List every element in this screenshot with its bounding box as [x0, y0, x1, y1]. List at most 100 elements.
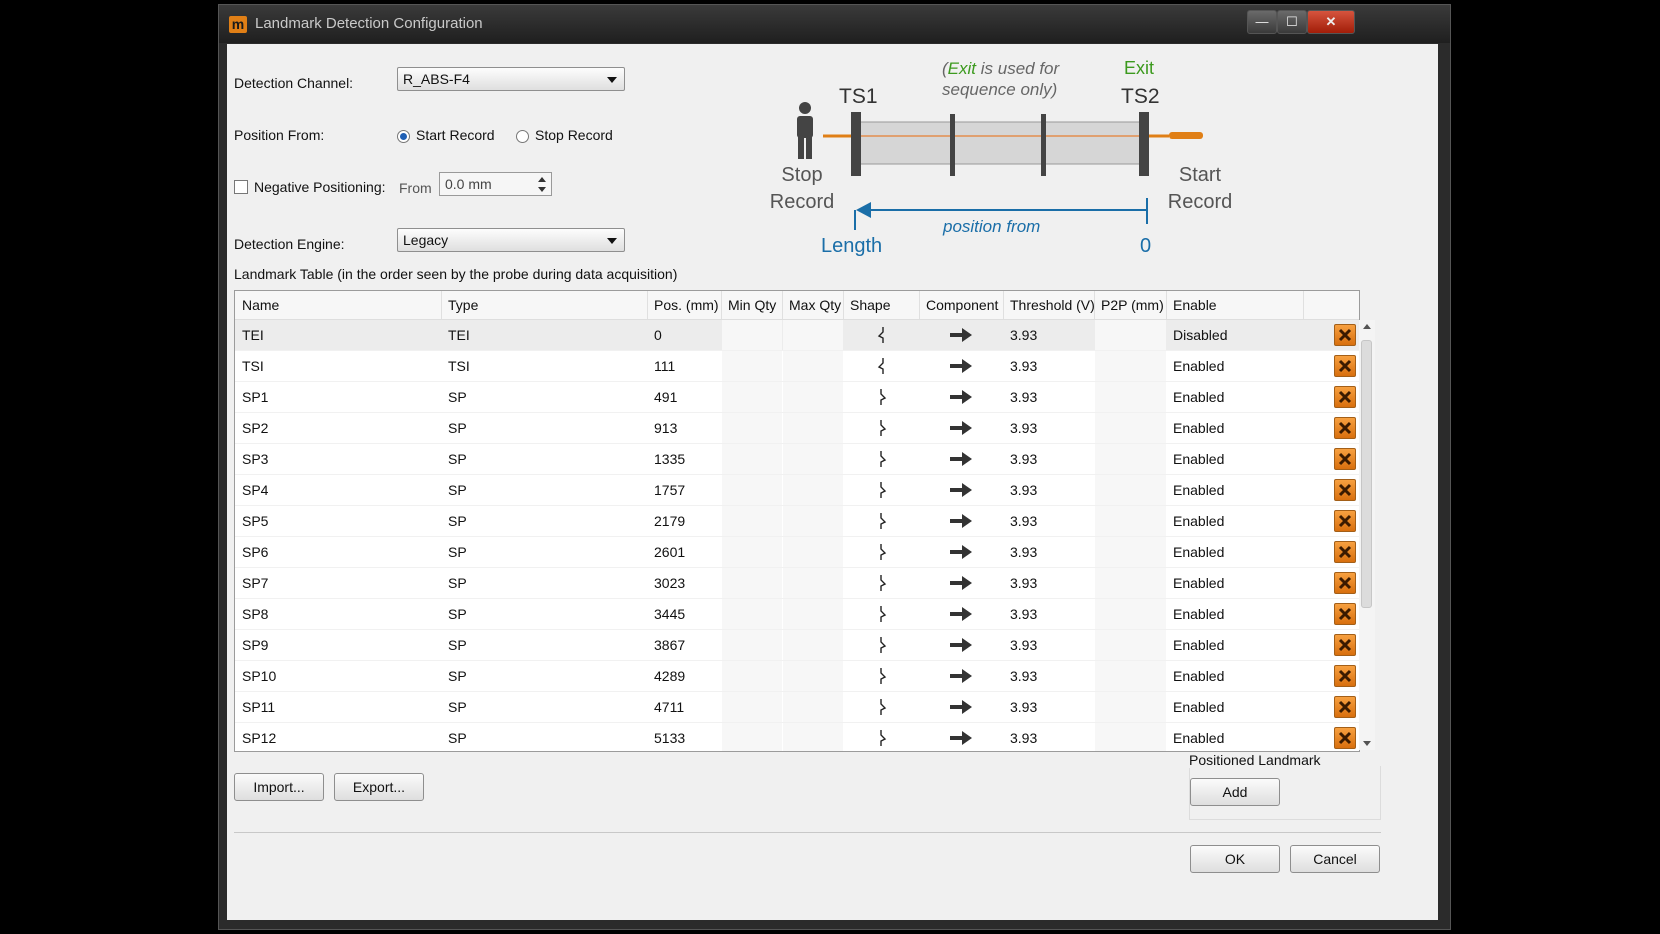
- cell-enable[interactable]: Enabled: [1173, 699, 1224, 715]
- col-p2p-header[interactable]: P2P (mm): [1101, 297, 1164, 313]
- right-arrow-icon[interactable]: [950, 328, 972, 342]
- delete-row-button[interactable]: [1334, 603, 1356, 625]
- cell-name[interactable]: TEI: [242, 327, 264, 343]
- cell-type[interactable]: SP: [448, 389, 467, 405]
- from-spinbox[interactable]: 0.0 mm: [439, 172, 552, 196]
- cell-pos[interactable]: 913: [654, 420, 677, 436]
- cell-threshold[interactable]: 3.93: [1010, 358, 1037, 374]
- cell-pos[interactable]: 3023: [654, 575, 685, 591]
- cell-type[interactable]: TEI: [448, 327, 470, 343]
- table-row[interactable]: SP3 SP 1335 3.93 Enabled: [235, 444, 1359, 475]
- title-bar[interactable]: m Landmark Detection Configuration — ☐ ✕: [219, 5, 1450, 43]
- right-arrow-icon[interactable]: [950, 452, 972, 466]
- cell-pos[interactable]: 3445: [654, 606, 685, 622]
- cell-name[interactable]: SP12: [242, 730, 276, 746]
- table-row[interactable]: SP11 SP 4711 3.93 Enabled: [235, 692, 1359, 723]
- delete-row-button[interactable]: [1334, 727, 1356, 749]
- maximize-button[interactable]: ☐: [1277, 10, 1307, 34]
- cell-name[interactable]: SP9: [242, 637, 268, 653]
- cell-pos[interactable]: 3867: [654, 637, 685, 653]
- rising-edge-icon[interactable]: [877, 389, 887, 405]
- table-row[interactable]: SP1 SP 491 3.93 Enabled: [235, 382, 1359, 413]
- cell-enable[interactable]: Enabled: [1173, 668, 1224, 684]
- table-row[interactable]: SP9 SP 3867 3.93 Enabled: [235, 630, 1359, 661]
- table-scrollbar[interactable]: [1359, 320, 1375, 750]
- start-record-radio[interactable]: [397, 130, 410, 143]
- cell-threshold[interactable]: 3.93: [1010, 606, 1037, 622]
- cell-name[interactable]: SP11: [242, 699, 275, 715]
- table-row[interactable]: SP10 SP 4289 3.93 Enabled: [235, 661, 1359, 692]
- right-arrow-icon[interactable]: [950, 483, 972, 497]
- cell-name[interactable]: TSI: [242, 358, 264, 374]
- cancel-button[interactable]: Cancel: [1290, 845, 1380, 873]
- col-minqty-header[interactable]: Min Qty: [728, 297, 776, 313]
- col-enable-header[interactable]: Enable: [1173, 297, 1217, 313]
- cell-enable[interactable]: Enabled: [1173, 358, 1224, 374]
- cell-name[interactable]: SP6: [242, 544, 268, 560]
- right-arrow-icon[interactable]: [950, 638, 972, 652]
- rising-edge-icon[interactable]: [877, 451, 887, 467]
- negative-positioning-label[interactable]: Negative Positioning:: [254, 179, 386, 195]
- cell-threshold[interactable]: 3.93: [1010, 730, 1037, 746]
- cell-enable[interactable]: Enabled: [1173, 575, 1224, 591]
- cell-type[interactable]: SP: [448, 575, 467, 591]
- cell-threshold[interactable]: 3.93: [1010, 637, 1037, 653]
- scrollbar-thumb[interactable]: [1361, 340, 1372, 608]
- cell-type[interactable]: SP: [448, 637, 467, 653]
- table-row[interactable]: SP5 SP 2179 3.93 Enabled: [235, 506, 1359, 537]
- rising-edge-icon[interactable]: [877, 575, 887, 591]
- ok-button[interactable]: OK: [1190, 845, 1280, 873]
- table-row[interactable]: SP8 SP 3445 3.93 Enabled: [235, 599, 1359, 630]
- cell-enable[interactable]: Enabled: [1173, 451, 1224, 467]
- cell-name[interactable]: SP10: [242, 668, 276, 684]
- table-row[interactable]: TEI TEI 0 3.93 Disabled: [235, 320, 1359, 351]
- cell-enable[interactable]: Enabled: [1173, 482, 1224, 498]
- detection-engine-select[interactable]: Legacy: [397, 228, 625, 252]
- cell-enable[interactable]: Enabled: [1173, 637, 1224, 653]
- cell-enable[interactable]: Enabled: [1173, 730, 1224, 746]
- delete-row-button[interactable]: [1334, 324, 1356, 346]
- start-record-label[interactable]: Start Record: [416, 127, 495, 143]
- col-name-header[interactable]: Name: [242, 297, 279, 313]
- cell-type[interactable]: SP: [448, 668, 467, 684]
- cell-type[interactable]: SP: [448, 482, 467, 498]
- cell-type[interactable]: SP: [448, 451, 467, 467]
- cell-pos[interactable]: 4289: [654, 668, 685, 684]
- rising-edge-icon[interactable]: [877, 420, 887, 436]
- cell-pos[interactable]: 0: [654, 327, 662, 343]
- delete-row-button[interactable]: [1334, 541, 1356, 563]
- delete-row-button[interactable]: [1334, 696, 1356, 718]
- cell-name[interactable]: SP5: [242, 513, 268, 529]
- cell-type[interactable]: SP: [448, 420, 467, 436]
- table-row[interactable]: SP2 SP 913 3.93 Enabled: [235, 413, 1359, 444]
- cell-threshold[interactable]: 3.93: [1010, 575, 1037, 591]
- cell-threshold[interactable]: 3.93: [1010, 451, 1037, 467]
- cell-threshold[interactable]: 3.93: [1010, 389, 1037, 405]
- cell-pos[interactable]: 5133: [654, 730, 685, 746]
- col-threshold-header[interactable]: Threshold (V): [1010, 297, 1095, 313]
- rising-edge-icon[interactable]: [877, 668, 887, 684]
- rising-edge-icon[interactable]: [877, 513, 887, 529]
- cell-pos[interactable]: 4711: [654, 699, 684, 715]
- cell-pos[interactable]: 2179: [654, 513, 685, 529]
- cell-type[interactable]: SP: [448, 544, 467, 560]
- delete-row-button[interactable]: [1334, 355, 1356, 377]
- col-shape-header[interactable]: Shape: [850, 297, 890, 313]
- stop-record-radio[interactable]: [516, 130, 529, 143]
- cell-threshold[interactable]: 3.93: [1010, 327, 1037, 343]
- cell-type[interactable]: TSI: [448, 358, 470, 374]
- right-arrow-icon[interactable]: [950, 731, 972, 745]
- rising-edge-icon[interactable]: [877, 730, 887, 746]
- cell-name[interactable]: SP7: [242, 575, 268, 591]
- cell-threshold[interactable]: 3.93: [1010, 482, 1037, 498]
- cell-threshold[interactable]: 3.93: [1010, 668, 1037, 684]
- scroll-down-icon[interactable]: [1363, 741, 1371, 746]
- right-arrow-icon[interactable]: [950, 607, 972, 621]
- delete-row-button[interactable]: [1334, 386, 1356, 408]
- delete-row-button[interactable]: [1334, 665, 1356, 687]
- close-button[interactable]: ✕: [1307, 10, 1355, 34]
- cell-enable[interactable]: Enabled: [1173, 606, 1224, 622]
- right-arrow-icon[interactable]: [950, 545, 972, 559]
- table-row[interactable]: TSI TSI 111 3.93 Enabled: [235, 351, 1359, 382]
- cell-enable[interactable]: Enabled: [1173, 389, 1224, 405]
